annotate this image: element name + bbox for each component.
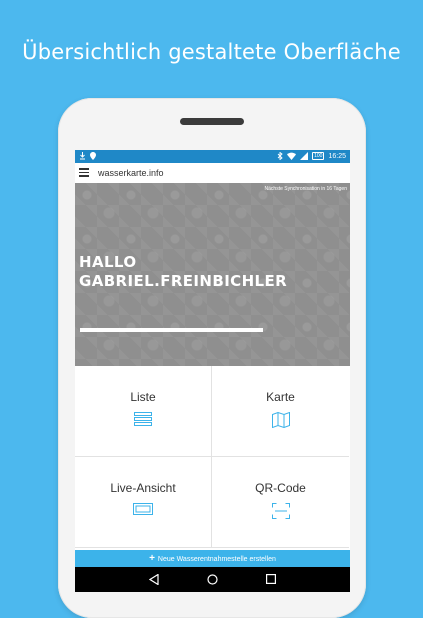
greeting-line-1: HALLO xyxy=(79,253,137,271)
add-button-label: Neue Wasserentnahmestelle erstellen xyxy=(157,556,276,563)
status-bar: 100 16:25 xyxy=(75,150,350,163)
tile-live-ansicht[interactable]: Live-Ansicht xyxy=(75,457,212,548)
list-icon xyxy=(134,412,152,426)
android-nav-bar xyxy=(75,567,350,592)
tile-liste[interactable]: Liste xyxy=(75,366,212,457)
app-bar: wasserkarte.info xyxy=(75,163,350,184)
phone-speaker xyxy=(180,118,244,125)
plus-icon: + xyxy=(149,553,155,564)
hamburger-menu-icon[interactable] xyxy=(79,168,89,177)
greeting: HALLO GABRIEL.FREINBICHLER xyxy=(79,253,287,291)
add-water-source-button[interactable]: + Neue Wasserentnahmestelle erstellen xyxy=(75,550,350,567)
promo-headline: Übersichtlich gestaltete Oberfläche xyxy=(22,40,401,64)
map-icon xyxy=(271,412,290,428)
app-title: wasserkarte.info xyxy=(98,168,164,178)
greeting-line-2: GABRIEL.FREINBICHLER xyxy=(79,272,288,290)
wifi-icon xyxy=(287,152,297,160)
sync-note: Nächste Synchronisation in 16 Tagen xyxy=(264,186,347,192)
signal-icon xyxy=(300,152,309,160)
menu-grid: Liste Karte Live-Ansicht QR-Code xyxy=(75,366,350,550)
tile-label: Karte xyxy=(266,390,295,404)
download-icon xyxy=(80,152,85,160)
back-icon[interactable] xyxy=(149,574,159,585)
recent-apps-icon[interactable] xyxy=(266,574,276,584)
phone-screen: 100 16:25 wasserkarte.info Nächste Synch… xyxy=(75,150,350,592)
tile-qr-code[interactable]: QR-Code xyxy=(212,457,349,548)
tile-label: QR-Code xyxy=(255,481,306,495)
greeting-underline xyxy=(80,328,263,332)
status-time: 16:25 xyxy=(328,152,346,160)
tile-label: Live-Ansicht xyxy=(110,481,176,495)
tile-label: Liste xyxy=(130,390,156,404)
bluetooth-icon xyxy=(277,152,283,160)
location-icon xyxy=(90,152,96,160)
welcome-banner: Nächste Synchronisation in 16 Tagen HALL… xyxy=(75,183,350,366)
qr-scan-icon xyxy=(271,503,290,519)
camera-icon xyxy=(133,503,153,515)
tile-karte[interactable]: Karte xyxy=(212,366,349,457)
home-icon[interactable] xyxy=(207,574,218,585)
battery-icon: 100 xyxy=(312,152,325,160)
